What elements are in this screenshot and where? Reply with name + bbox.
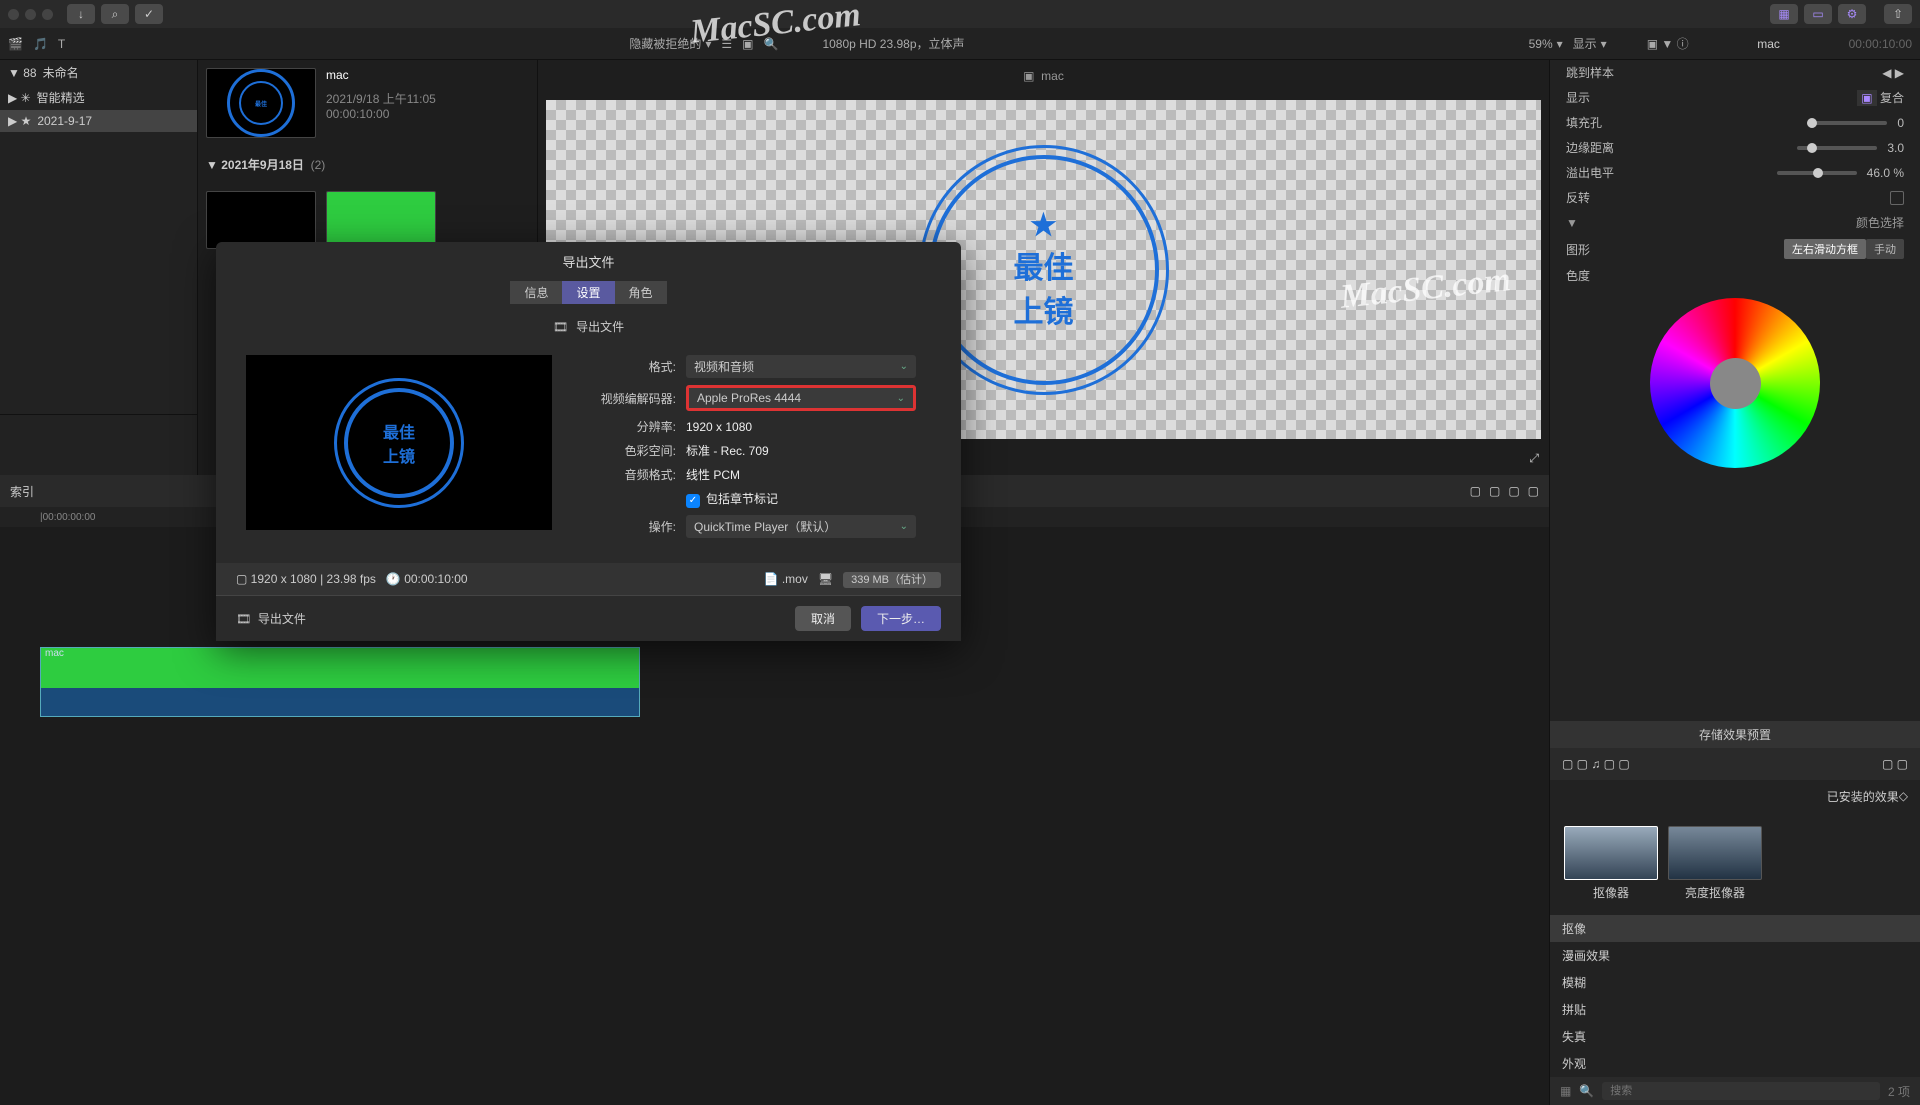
- export-meta-right: 📄 .mov 🖥 339 MB（估计）: [764, 571, 941, 587]
- tool-icon[interactable]: ▢: [1528, 484, 1539, 498]
- smart-collection-row[interactable]: ▶ ✳ 智能精选: [0, 85, 197, 110]
- effects-search-input[interactable]: [1602, 1082, 1880, 1100]
- effect-category-item[interactable]: 模糊: [1550, 969, 1920, 996]
- media-titles-icon[interactable]: T: [58, 37, 65, 51]
- minimize-icon[interactable]: [25, 9, 36, 20]
- action-select[interactable]: QuickTime Player（默认）⌄: [686, 515, 916, 538]
- layout-browser-button[interactable]: ▦: [1770, 4, 1798, 24]
- tab-info[interactable]: 信息: [510, 281, 562, 304]
- clip-thumbnail[interactable]: [206, 191, 316, 249]
- effects-tool-icon[interactable]: ▢ ▢: [1882, 757, 1908, 771]
- import-button[interactable]: ↓: [67, 4, 95, 24]
- effect-category-item[interactable]: 外观: [1550, 1050, 1920, 1077]
- export-footer-label: 🎞 导出文件: [236, 610, 306, 627]
- effect-tile[interactable]: 亮度抠像器: [1668, 826, 1762, 901]
- effect-category-item[interactable]: 失真: [1550, 1023, 1920, 1050]
- inspector-clip-name: mac: [1757, 37, 1780, 51]
- manual-mode-button[interactable]: 手动: [1866, 239, 1904, 259]
- list-icon[interactable]: ▣: [742, 37, 753, 51]
- clip-appearance-icon[interactable]: ☰: [721, 37, 732, 51]
- share-button[interactable]: ⇧: [1884, 4, 1912, 24]
- layout-inspector-button[interactable]: ⚙: [1838, 4, 1866, 24]
- viewer-clip-name: ▣ mac: [1023, 69, 1064, 83]
- tool-icon[interactable]: ▢: [1489, 484, 1500, 498]
- timeline-clip[interactable]: mac: [40, 647, 640, 717]
- inspector-panel: 跳到样本◀ ▶ 显示▣ 复合 填充孔0 边缘距离3.0 溢出电平46.0 % 反…: [1550, 60, 1920, 1105]
- chapters-checkbox[interactable]: ✓包括章节标记: [686, 490, 931, 508]
- colorspace-value: 标准 - Rec. 709: [686, 442, 931, 459]
- tool-icon[interactable]: ▢: [1508, 484, 1519, 498]
- effect-category-item[interactable]: 抠像: [1550, 915, 1920, 942]
- fullscreen-icon[interactable]: ⤢: [1529, 451, 1539, 471]
- keyword-button[interactable]: ⌕: [101, 4, 129, 24]
- effects-count-label: 2 项: [1888, 1083, 1910, 1100]
- close-icon[interactable]: [8, 9, 19, 20]
- export-meta: ▢ 1920 x 1080 | 23.98 fps 🕐 00:00:10:00: [236, 572, 468, 586]
- clip-thumbnail[interactable]: 最佳: [206, 68, 316, 138]
- filter-dropdown[interactable]: 隐藏被拒绝的 ▾: [629, 35, 711, 52]
- media-clapper-icon[interactable]: 🎬: [8, 37, 23, 51]
- background-tasks-button[interactable]: ✓: [135, 4, 163, 24]
- traffic-lights: [8, 9, 53, 20]
- inspector-tab-icon[interactable]: ▣ ▼ ⓘ: [1647, 35, 1689, 52]
- film-icon: 🎞: [553, 320, 568, 334]
- effects-title: 已安装的效果: [1827, 788, 1899, 805]
- save-preset-button[interactable]: 存储效果预置: [1550, 721, 1920, 748]
- grid-icon[interactable]: ▦: [1560, 1084, 1571, 1098]
- color-wheel[interactable]: [1650, 298, 1820, 468]
- library-row[interactable]: ▼ 88 未命名: [0, 60, 197, 85]
- window-titlebar: ↓ ⌕ ✓ ▦ ▭ ⚙ ⇧: [0, 0, 1920, 28]
- dialog-title: 导出文件: [216, 242, 961, 281]
- tab-roles[interactable]: 角色: [615, 281, 667, 304]
- codec-select[interactable]: Apple ProRes 4444⌄: [686, 385, 916, 411]
- layout-timeline-button[interactable]: ▭: [1804, 4, 1832, 24]
- clip-duration-label: 00:00:10:00: [326, 107, 436, 121]
- clip-date-label: 2021/9/18 上午11:05: [326, 90, 436, 107]
- secondary-toolbar: 🎬 🎵 T 隐藏被拒绝的 ▾ ☰ ▣ 🔍 1080p HD 23.98p，立体声…: [0, 28, 1920, 60]
- effects-tool-icon[interactable]: ▢ ▢ ♫ ▢ ▢: [1562, 757, 1630, 771]
- format-select[interactable]: 视频和音频⌄: [686, 355, 916, 378]
- effect-tile[interactable]: 抠像器: [1564, 826, 1658, 901]
- invert-checkbox[interactable]: [1890, 191, 1904, 205]
- search-icon[interactable]: 🔍: [763, 37, 778, 51]
- audio-format-value: 线性 PCM: [686, 466, 931, 483]
- library-sidebar: ▼ 88 未命名 ▶ ✳ 智能精选 ▶ ★ 2021-9-17: [0, 60, 197, 415]
- viewer-zoom-dropdown[interactable]: 59% ▾: [1529, 37, 1563, 51]
- date-group-header: ▼ 2021年9月18日 (2): [206, 156, 529, 173]
- inspector-time-label: 00:00:10:00: [1849, 37, 1912, 51]
- export-dialog: 导出文件 信息 设置 角色 🎞 导出文件 最佳上镜 格式: 视频和音频⌄ 视频编…: [216, 242, 961, 641]
- cancel-button[interactable]: 取消: [795, 606, 851, 631]
- next-button[interactable]: 下一步…: [861, 606, 941, 631]
- shape-mode-button[interactable]: 左右滑动方框: [1784, 239, 1866, 259]
- export-preview: 最佳上镜: [246, 355, 552, 530]
- maximize-icon[interactable]: [42, 9, 53, 20]
- effect-category-item[interactable]: 漫画效果: [1550, 942, 1920, 969]
- media-photo-icon[interactable]: 🎵: [33, 37, 48, 51]
- tab-settings[interactable]: 设置: [562, 281, 614, 304]
- viewer-format-label: 1080p HD 23.98p，立体声: [822, 35, 964, 52]
- search-icon: 🔍: [1579, 1084, 1594, 1098]
- effect-category-item[interactable]: 拼贴: [1550, 996, 1920, 1023]
- tool-icon[interactable]: ▢: [1470, 484, 1481, 498]
- export-header-label: 导出文件: [576, 318, 624, 335]
- effect-category-list: 抠像 漫画效果 模糊 拼贴 失真 外观: [1550, 915, 1920, 1077]
- index-button[interactable]: 索引: [10, 483, 34, 500]
- clip-name-label: mac: [326, 68, 436, 82]
- event-row[interactable]: ▶ ★ 2021-9-17: [0, 110, 197, 132]
- viewer-view-dropdown[interactable]: 显示 ▾: [1573, 35, 1607, 52]
- clip-thumbnail[interactable]: [326, 191, 436, 249]
- resolution-value: 1920 x 1080: [686, 420, 931, 434]
